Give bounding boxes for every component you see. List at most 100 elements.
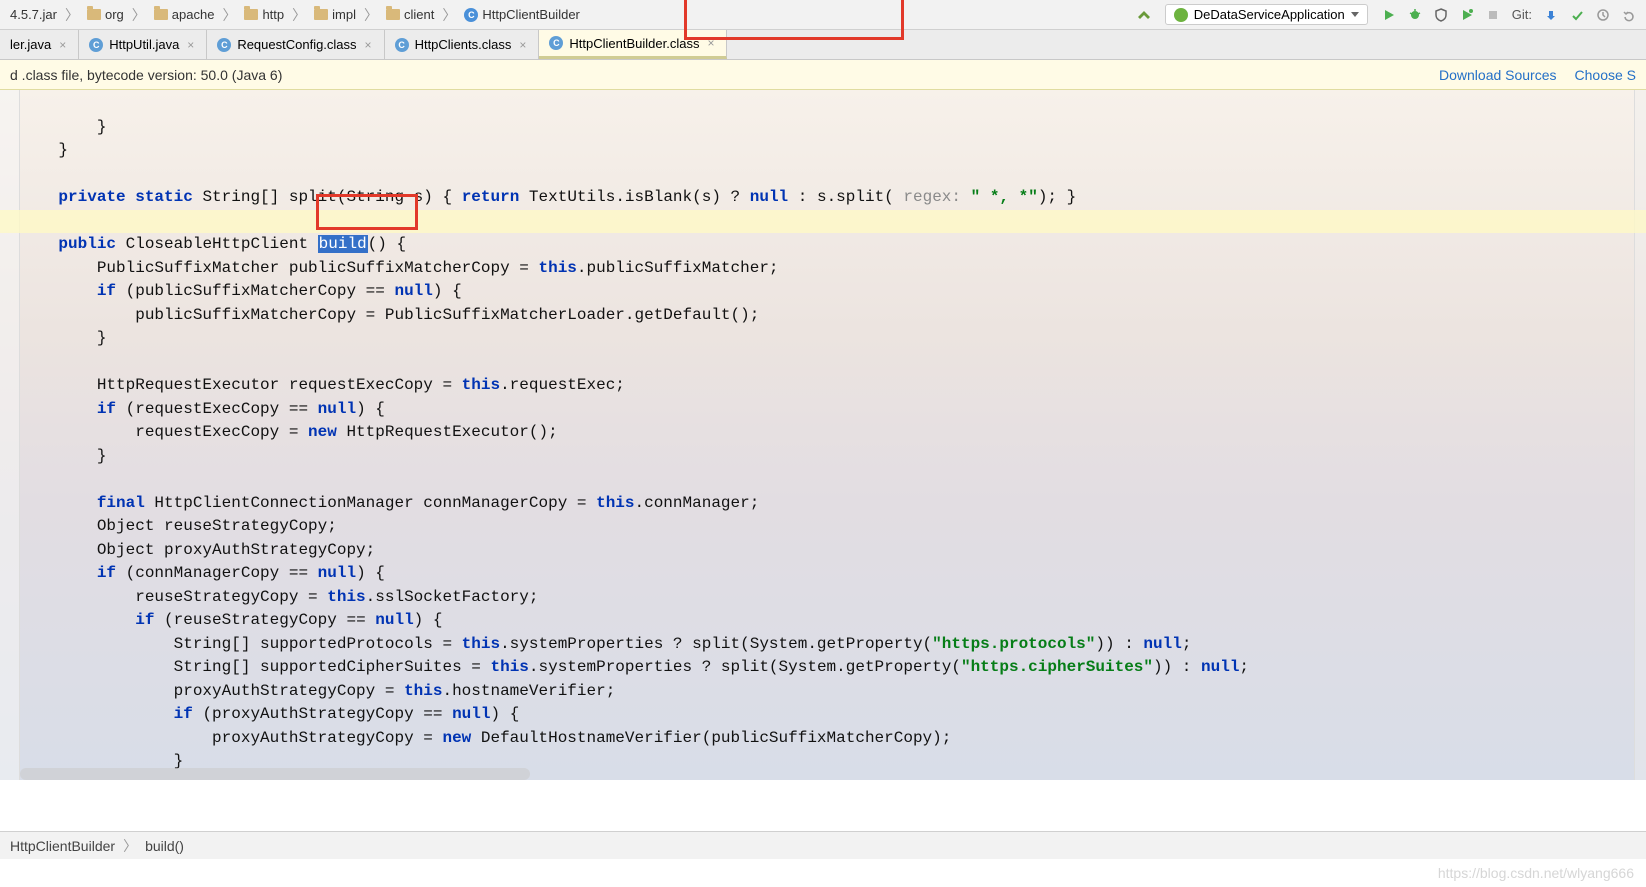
git-revert-button[interactable] bbox=[1618, 4, 1640, 26]
build-icon[interactable] bbox=[1133, 4, 1155, 26]
download-sources-link[interactable]: Download Sources bbox=[1439, 67, 1557, 83]
code-kw: if bbox=[20, 400, 126, 418]
git-history-button[interactable] bbox=[1592, 4, 1614, 26]
code-kw: null bbox=[318, 564, 356, 582]
close-icon[interactable]: × bbox=[517, 38, 528, 52]
code-kw: null bbox=[375, 611, 413, 629]
code-text: .hostnameVerifier; bbox=[442, 682, 615, 700]
close-icon[interactable]: × bbox=[185, 38, 196, 52]
tab-ler-java[interactable]: ler.java × bbox=[0, 30, 79, 59]
tab-label: HttpUtil.java bbox=[109, 37, 179, 52]
code-text: ) { bbox=[356, 400, 385, 418]
navigation-bar: 4.5.7.jar 〉 org 〉 apache 〉 http 〉 impl 〉… bbox=[0, 0, 1646, 30]
horizontal-scrollbar[interactable] bbox=[20, 768, 530, 780]
close-icon[interactable]: × bbox=[363, 38, 374, 52]
choose-sources-link[interactable]: Choose S bbox=[1575, 67, 1636, 83]
code-line: } bbox=[20, 329, 106, 347]
code-text: )) : bbox=[1095, 635, 1143, 653]
code-line: } bbox=[20, 118, 106, 136]
class-icon: C bbox=[464, 8, 478, 22]
crumb-method[interactable]: build() bbox=[145, 838, 184, 854]
breadcrumb-org[interactable]: org bbox=[83, 5, 128, 24]
parameter-hint: regex: bbox=[903, 188, 970, 206]
coverage-button[interactable] bbox=[1430, 4, 1452, 26]
code-text: ; bbox=[1239, 658, 1249, 676]
code-text: .requestExec; bbox=[500, 376, 625, 394]
close-icon[interactable]: × bbox=[57, 38, 68, 52]
tab-httputil-java[interactable]: C HttpUtil.java × bbox=[79, 30, 207, 59]
code-kw: if bbox=[20, 705, 202, 723]
run-configuration-dropdown[interactable]: DeDataServiceApplication bbox=[1165, 4, 1368, 25]
chevron-down-icon bbox=[1351, 12, 1359, 17]
code-text: HttpRequestExecutor requestExecCopy = bbox=[20, 376, 462, 394]
code-kw: final bbox=[20, 494, 154, 512]
code-editor[interactable]: } } private static String[] split(String… bbox=[0, 90, 1646, 780]
breadcrumb-http[interactable]: http bbox=[240, 5, 288, 24]
code-text: CloseableHttpClient bbox=[126, 235, 318, 253]
code-text: ; bbox=[1182, 635, 1192, 653]
tab-label: ler.java bbox=[10, 37, 51, 52]
folder-icon bbox=[154, 9, 168, 20]
code-kw: this bbox=[490, 658, 528, 676]
crumb-class[interactable]: HttpClientBuilder bbox=[10, 838, 115, 854]
git-label: Git: bbox=[1512, 7, 1532, 22]
tab-httpclients-class[interactable]: C HttpClients.class × bbox=[385, 30, 540, 59]
stop-button[interactable] bbox=[1482, 4, 1504, 26]
code-text: .publicSuffixMatcher; bbox=[577, 259, 779, 277]
code-line: Object reuseStrategyCopy; bbox=[20, 517, 337, 535]
profile-button[interactable] bbox=[1456, 4, 1478, 26]
breadcrumb-impl[interactable]: impl bbox=[310, 5, 360, 24]
code-text: (connManagerCopy == bbox=[126, 564, 318, 582]
breadcrumb-apache[interactable]: apache bbox=[150, 5, 219, 24]
code-text: .sslSocketFactory; bbox=[366, 588, 539, 606]
code-kw: this bbox=[462, 376, 500, 394]
git-commit-button[interactable] bbox=[1566, 4, 1588, 26]
code-kw: null bbox=[1143, 635, 1181, 653]
code-text: (reuseStrategyCopy == bbox=[164, 611, 375, 629]
code-kw: private static bbox=[20, 188, 202, 206]
code-kw: null bbox=[1201, 658, 1239, 676]
code-text: String[] supportedProtocols = bbox=[20, 635, 462, 653]
breadcrumb-class[interactable]: C HttpClientBuilder bbox=[460, 5, 584, 24]
code-text: )) : bbox=[1153, 658, 1201, 676]
run-button[interactable] bbox=[1378, 4, 1400, 26]
decompiled-info-bar: d .class file, bytecode version: 50.0 (J… bbox=[0, 60, 1646, 90]
git-update-button[interactable] bbox=[1540, 4, 1562, 26]
spring-boot-icon bbox=[1174, 8, 1188, 22]
run-config-label: DeDataServiceApplication bbox=[1194, 7, 1345, 22]
code-text: : s.split( bbox=[798, 188, 904, 206]
breadcrumb-client[interactable]: client bbox=[382, 5, 438, 24]
code-text: String[] supportedCipherSuites = bbox=[20, 658, 490, 676]
chevron-right-icon: 〉 bbox=[290, 5, 308, 25]
breadcrumb-jar[interactable]: 4.5.7.jar bbox=[6, 5, 61, 24]
chevron-right-icon: 〉 bbox=[440, 5, 458, 25]
code-text: requestExecCopy = bbox=[20, 423, 308, 441]
tab-httpclientbuilder-class[interactable]: C HttpClientBuilder.class × bbox=[539, 30, 727, 59]
code-text: ) { bbox=[490, 705, 519, 723]
tab-label: HttpClients.class bbox=[415, 37, 512, 52]
code-line: publicSuffixMatcherCopy = PublicSuffixMa… bbox=[20, 306, 759, 324]
code-text: proxyAuthStrategyCopy = bbox=[20, 682, 404, 700]
code-text: PublicSuffixMatcher publicSuffixMatcherC… bbox=[20, 259, 538, 277]
code-text: reuseStrategyCopy = bbox=[20, 588, 327, 606]
code-kw: if bbox=[20, 282, 126, 300]
code-content: } } private static String[] split(String… bbox=[20, 90, 1636, 780]
debug-button[interactable] bbox=[1404, 4, 1426, 26]
editor-tabs: ler.java × C HttpUtil.java × C RequestCo… bbox=[0, 30, 1646, 60]
java-icon: C bbox=[89, 38, 103, 52]
chevron-right-icon: 〉 bbox=[121, 836, 139, 856]
code-string: "https.protocols" bbox=[932, 635, 1095, 653]
breadcrumb-label: 4.5.7.jar bbox=[10, 7, 57, 22]
tab-label: HttpClientBuilder.class bbox=[569, 36, 699, 51]
chevron-right-icon: 〉 bbox=[63, 5, 81, 25]
code-string: " *, *" bbox=[971, 188, 1038, 206]
close-icon[interactable]: × bbox=[705, 36, 716, 50]
class-icon: C bbox=[395, 38, 409, 52]
code-kw: null bbox=[318, 400, 356, 418]
chevron-right-icon: 〉 bbox=[362, 5, 380, 25]
folder-icon bbox=[244, 9, 258, 20]
code-kw: if bbox=[20, 611, 164, 629]
code-text: .systemProperties ? split(System.getProp… bbox=[500, 635, 932, 653]
tab-requestconfig-class[interactable]: C RequestConfig.class × bbox=[207, 30, 384, 59]
tab-label: RequestConfig.class bbox=[237, 37, 356, 52]
